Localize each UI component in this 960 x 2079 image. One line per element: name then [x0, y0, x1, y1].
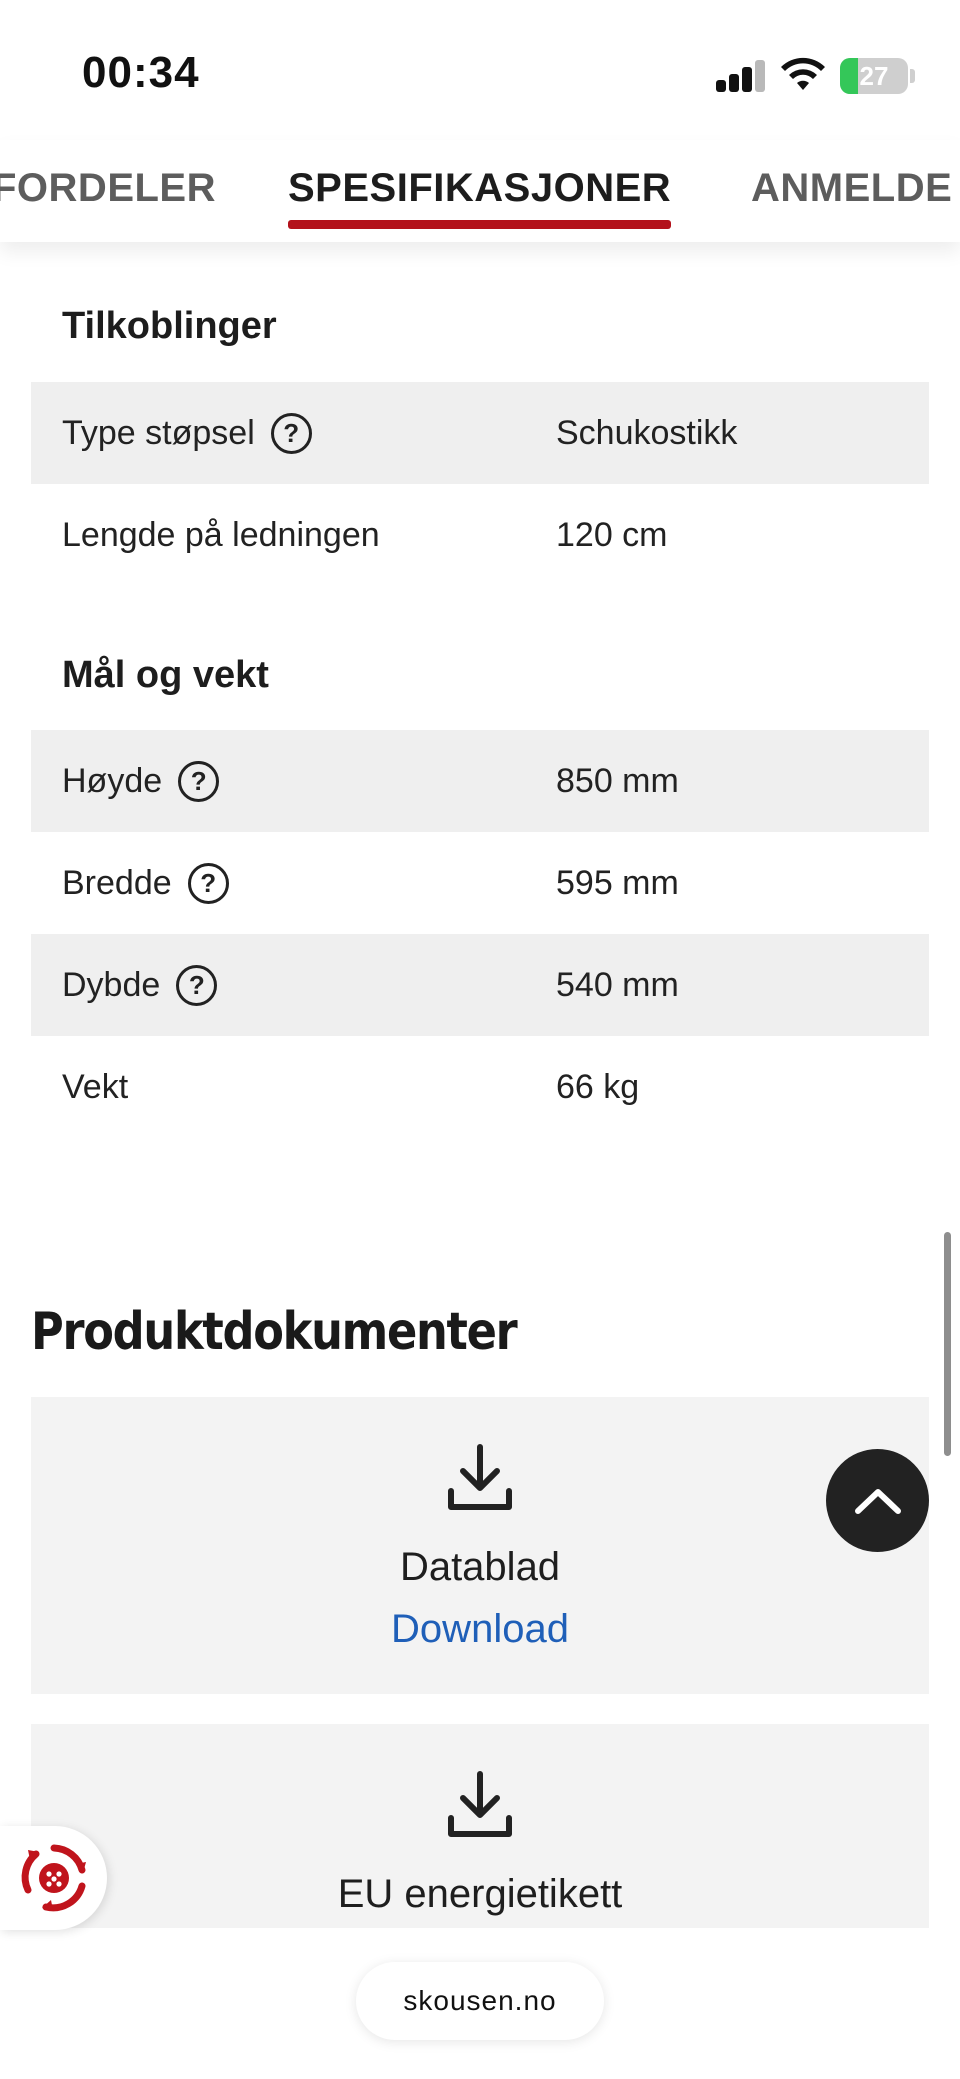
- documents-title: Produktdokumenter: [31, 1302, 518, 1362]
- spec-label: Lengde på ledningen: [62, 484, 380, 586]
- download-icon: [448, 1444, 512, 1510]
- spec-label: Bredde ?: [62, 832, 229, 934]
- spec-value: 66 kg: [556, 1068, 640, 1106]
- spec-row: Høyde ? 850 mm: [31, 730, 929, 832]
- spec-value: 595 mm: [556, 864, 679, 902]
- spec-label-text: Lengde på ledningen: [62, 515, 380, 554]
- chat-widget-button[interactable]: [0, 1826, 107, 1930]
- spec-label-text: Type støpsel: [62, 413, 255, 452]
- status-bar: 00:34 27: [0, 0, 960, 140]
- spec-label-text: Høyde: [62, 761, 163, 800]
- document-card-datablad[interactable]: Datablad Download: [31, 1397, 929, 1694]
- spec-value: 540 mm: [556, 966, 679, 1004]
- spec-label-text: Vekt: [62, 1067, 129, 1106]
- signal-icon: [716, 60, 766, 92]
- spec-row: Bredde ? 595 mm: [31, 832, 929, 934]
- spec-value: 850 mm: [556, 762, 679, 800]
- help-icon[interactable]: ?: [178, 760, 220, 802]
- battery-percent: 27: [859, 61, 889, 91]
- spec-row: Dybde ? 540 mm: [31, 934, 929, 1036]
- chat-widget-icon: [21, 1844, 86, 1912]
- spec-label-text: Dybde: [62, 965, 161, 1004]
- section-tabs: FORDELER SPESIFIKASJONER ANMELDE: [0, 140, 960, 242]
- spec-value: 120 cm: [556, 516, 668, 554]
- battery-cap: [910, 69, 915, 83]
- tab-fordeler[interactable]: FORDELER: [0, 166, 216, 211]
- spec-label: Type støpsel ?: [62, 382, 312, 484]
- help-icon[interactable]: ?: [176, 964, 218, 1006]
- section-title-tilkoblinger: Tilkoblinger: [62, 305, 277, 347]
- document-card-eu-energietikett[interactable]: EU energietikett: [31, 1724, 929, 1928]
- status-time: 00:34: [82, 48, 200, 97]
- spec-label: Høyde ?: [62, 730, 220, 832]
- spec-label-text: Bredde: [62, 863, 172, 902]
- help-icon[interactable]: ?: [270, 412, 312, 454]
- back-to-top-button[interactable]: [826, 1449, 929, 1552]
- document-name: Datablad: [399, 1545, 561, 1589]
- battery-icon: 27: [840, 58, 908, 94]
- spec-row: Vekt 66 kg: [31, 1036, 929, 1138]
- help-icon[interactable]: ?: [187, 862, 229, 904]
- chevron-up-icon: [854, 1488, 901, 1514]
- active-tab-indicator: [288, 220, 671, 229]
- document-name: EU energietikett: [337, 1872, 623, 1916]
- download-link[interactable]: Download: [31, 1607, 929, 1652]
- tab-spesifikasjoner[interactable]: SPESIFIKASJONER: [288, 166, 671, 211]
- tab-anmeldelser[interactable]: ANMELDE: [751, 166, 952, 211]
- spec-row: Type støpsel ? Schukostikk: [31, 382, 929, 484]
- wifi-icon: [781, 57, 825, 90]
- download-icon: [448, 1771, 512, 1837]
- scrollbar-thumb[interactable]: [944, 1232, 951, 1456]
- spec-row: Lengde på ledningen 120 cm: [31, 484, 929, 586]
- browser-url-pill[interactable]: skousen.no: [356, 1962, 604, 2040]
- spec-label: Dybde ?: [62, 934, 218, 1036]
- spec-value: Schukostikk: [556, 414, 738, 452]
- section-title-mal-og-vekt: Mål og vekt: [62, 654, 269, 696]
- spec-label: Vekt: [62, 1036, 128, 1138]
